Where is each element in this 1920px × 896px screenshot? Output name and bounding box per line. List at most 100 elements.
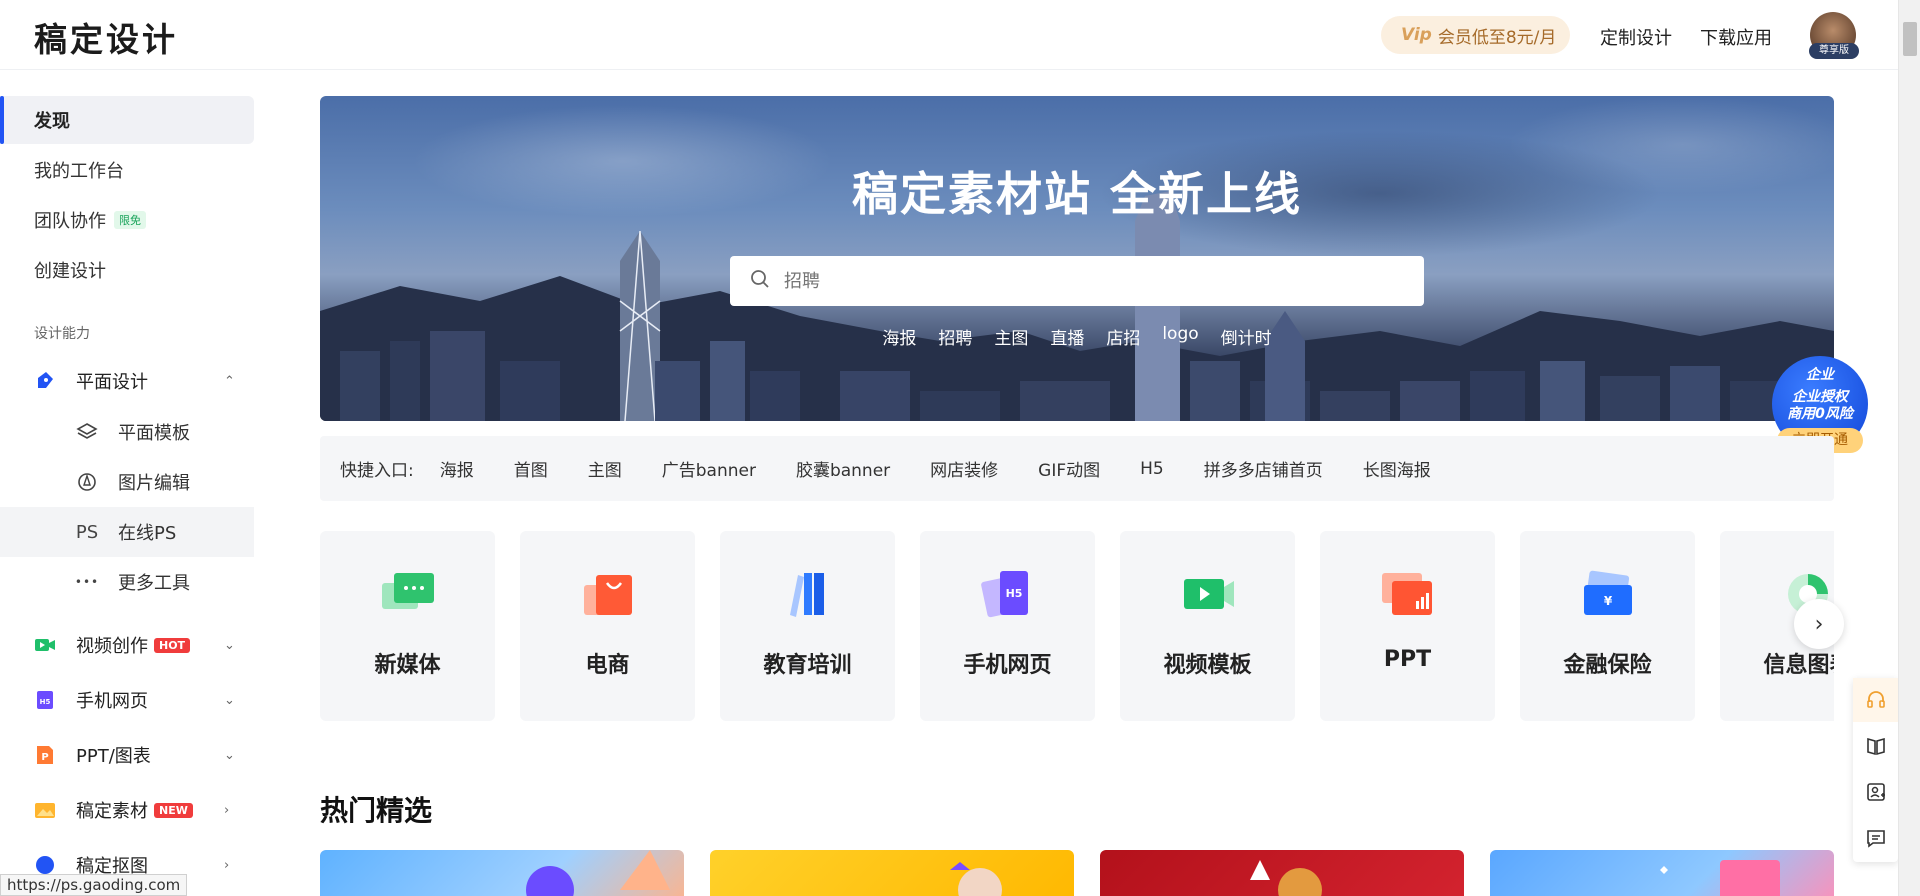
books-icon <box>790 573 824 617</box>
chevron-right-icon: › <box>224 857 230 873</box>
category-card-ecommerce[interactable]: 电商 <box>520 531 695 721</box>
template-preview-image <box>526 850 670 896</box>
sidebar-item-label: 我的工作台 <box>34 161 124 182</box>
hot-picks-title: 热门精选 <box>320 794 433 827</box>
vip-icon: Vip <box>1401 25 1432 45</box>
category-card-finance[interactable]: ¥ 金融保险 <box>1520 531 1695 721</box>
category-label: 手机网页 <box>963 653 1052 678</box>
category-carousel: 新媒体 电商 教育培训 H5 手机网页 视频模板 PPT ¥ 金融保险 信息图表 <box>320 531 1834 721</box>
sidebar-item-workspace[interactable]: 我的工作台 <box>0 146 254 194</box>
template-thumbnail[interactable] <box>320 850 684 896</box>
vip-promo-button[interactable]: Vip 会员低至8元/月 <box>1381 16 1570 54</box>
sidebar-sub-online-ps[interactable]: PS 在线PS <box>0 507 254 557</box>
video-card-icon <box>1184 579 1234 609</box>
category-card-education[interactable]: 教育培训 <box>720 531 895 721</box>
custom-design-link[interactable]: 定制设计 <box>1600 24 1672 50</box>
category-card-video[interactable]: 视频模板 <box>1120 531 1295 721</box>
enterprise-slogan-line: 商用0风险 <box>1787 406 1853 422</box>
category-card-mobile-web[interactable]: H5 手机网页 <box>920 531 1095 721</box>
contact-button[interactable] <box>1853 770 1898 814</box>
sidebar-cat-graphic[interactable]: 平面设计 ⌃ <box>34 361 254 401</box>
layers-icon <box>76 421 98 443</box>
hot-badge: HOT <box>154 637 191 653</box>
cat-label: 手机网页 <box>76 691 148 712</box>
sidebar-cat-ppt[interactable]: P PPT/图表 ⌄ <box>34 735 254 775</box>
quick-entry-link[interactable]: 首图 <box>514 456 548 481</box>
sidebar-cat-h5[interactable]: H5 手机网页 ⌄ <box>34 680 254 720</box>
customer-service-button[interactable] <box>1853 678 1898 722</box>
user-add-icon <box>1866 783 1885 801</box>
hero-banner[interactable]: 稿定素材站 全新上线 海报 招聘 主图 直播 店招 logo 倒计时 <box>320 96 1834 421</box>
hot-word-link[interactable]: 店招 <box>1102 324 1144 349</box>
hot-search-words: 海报 招聘 主图 直播 店招 logo 倒计时 <box>320 324 1834 349</box>
sub-label: 在线PS <box>118 523 177 544</box>
guide-button[interactable] <box>1853 724 1898 768</box>
free-badge: 限免 <box>114 211 146 229</box>
template-thumbnail[interactable] <box>710 850 1074 896</box>
city-skyline-image <box>320 191 1834 421</box>
hot-word-link[interactable]: logo <box>1158 324 1202 349</box>
image-icon <box>34 799 56 821</box>
chevron-right-icon: › <box>224 802 230 818</box>
sidebar-item-team[interactable]: 团队协作 限免 <box>0 196 254 244</box>
sidebar-cat-assets[interactable]: 稿定素材 NEW › <box>34 790 254 830</box>
quick-entry-link[interactable]: 网店装修 <box>930 456 998 481</box>
quick-entry-link[interactable]: 广告banner <box>662 456 756 481</box>
quick-entry-link[interactable]: GIF动图 <box>1038 456 1100 481</box>
hot-word-link[interactable]: 直播 <box>1046 324 1088 349</box>
sidebar-cat-video[interactable]: 视频创作 HOT ⌄ <box>34 625 254 665</box>
quick-entry-link[interactable]: 胶囊banner <box>796 456 890 481</box>
svg-text:P: P <box>41 752 48 763</box>
hot-word-link[interactable]: 海报 <box>878 324 920 349</box>
sidebar-sub-more-tools[interactable]: ••• 更多工具 <box>0 557 254 607</box>
site-logo[interactable]: 稿定设计 <box>34 13 178 61</box>
category-card-ppt[interactable]: PPT <box>1320 531 1495 721</box>
hot-word-link[interactable]: 招聘 <box>934 324 976 349</box>
sidebar-item-create[interactable]: 创建设计 <box>0 246 254 294</box>
category-card-new-media[interactable]: 新媒体 <box>320 531 495 721</box>
template-thumbnail[interactable] <box>1490 850 1834 896</box>
enterprise-slogan-line: 企业授权 <box>1792 389 1848 405</box>
hot-word-link[interactable]: 主图 <box>990 324 1032 349</box>
quick-entry-link[interactable]: 长图海报 <box>1363 456 1431 481</box>
chat-icon <box>382 573 434 609</box>
feedback-button[interactable] <box>1853 816 1898 860</box>
enterprise-slogan: 企业授权 商用0风险 <box>1772 389 1868 423</box>
search-box[interactable] <box>730 256 1424 306</box>
banner-title: 稿定素材站 全新上线 <box>851 167 1302 221</box>
sub-label: 更多工具 <box>118 573 190 594</box>
video-icon <box>34 634 56 656</box>
wallet-icon: ¥ <box>1584 570 1632 615</box>
svg-text:H5: H5 <box>40 698 51 706</box>
vertical-scrollbar[interactable] <box>1898 0 1920 896</box>
chevron-down-icon: ⌄ <box>224 637 235 653</box>
sidebar-item-label: 团队协作 <box>34 211 106 232</box>
category-label: 金融保险 <box>1563 653 1652 678</box>
quick-entry-link[interactable]: 海报 <box>440 456 474 481</box>
sidebar: 发现 我的工作台 团队协作 限免 创建设计 设计能力 平面设计 ⌃ 平面模板 图… <box>0 71 256 896</box>
sidebar-item-discover[interactable]: 发现 <box>0 96 254 144</box>
template-thumbnail[interactable] <box>1100 850 1464 896</box>
sidebar-item-label: 发现 <box>34 111 70 132</box>
carousel-next-button[interactable]: › <box>1794 599 1844 649</box>
enterprise-label: 企业 <box>1806 367 1834 383</box>
template-preview-image <box>1660 860 1780 896</box>
sub-label: 平面模板 <box>118 423 190 444</box>
category-label: 视频模板 <box>1163 653 1252 678</box>
floating-toolbar <box>1853 678 1898 862</box>
scrollbar-thumb[interactable] <box>1903 22 1917 56</box>
sidebar-sub-template[interactable]: 平面模板 <box>0 407 254 457</box>
top-header: 稿定设计 Vip 会员低至8元/月 定制设计 下载应用 尊享版 <box>0 0 1898 70</box>
download-app-link[interactable]: 下载应用 <box>1700 24 1772 50</box>
quick-entry-link[interactable]: H5 <box>1140 459 1164 479</box>
more-icon: ••• <box>74 575 100 589</box>
sidebar-sub-image-edit[interactable]: 图片编辑 <box>0 457 254 507</box>
quick-entry-link[interactable]: 主图 <box>588 456 622 481</box>
pen-icon <box>34 370 56 392</box>
quick-entry-label: 快捷入口: <box>340 461 414 481</box>
sub-label: 图片编辑 <box>118 473 190 494</box>
hot-word-link[interactable]: 倒计时 <box>1217 324 1276 349</box>
quick-entry-link[interactable]: 拼多多店铺首页 <box>1204 456 1323 481</box>
svg-text:¥: ¥ <box>1604 594 1613 608</box>
search-input[interactable] <box>784 270 1384 292</box>
